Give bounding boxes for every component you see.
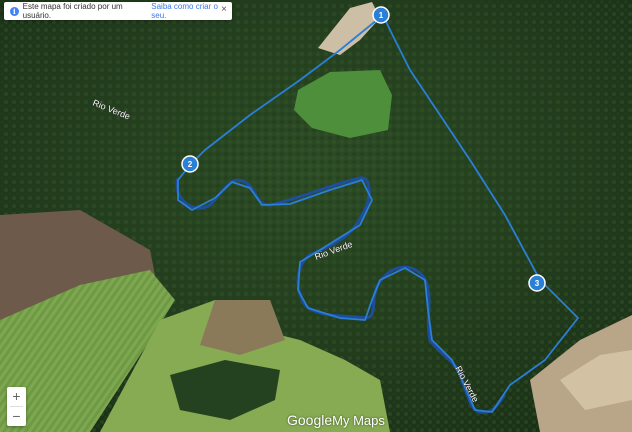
google-wordmark: Google (287, 412, 333, 428)
close-icon[interactable]: × (221, 4, 227, 15)
notice-text: Este mapa foi criado por um usuário. (22, 2, 123, 20)
learn-create-link[interactable]: Saiba como criar o seu. (151, 2, 232, 20)
zoom-out-button[interactable]: − (7, 407, 26, 426)
google-my-maps-logo: GoogleMy Maps (287, 412, 385, 428)
marker-1-label: 1 (379, 11, 384, 20)
marker-2-label: 2 (188, 160, 193, 169)
mymaps-wordmark: My Maps (332, 413, 385, 428)
info-icon: i (10, 6, 19, 16)
user-map-notice: i Este mapa foi criado por um usuário. S… (4, 2, 232, 20)
marker-3[interactable]: 3 (528, 274, 546, 292)
zoom-control: + − (7, 387, 26, 426)
marker-1[interactable]: 1 (372, 6, 390, 24)
marker-3-label: 3 (535, 279, 540, 288)
satellite-map[interactable]: Rio Verde Rio Verde Rio Verde 1 2 3 (0, 0, 632, 432)
zoom-in-button[interactable]: + (7, 387, 26, 406)
marker-2[interactable]: 2 (181, 155, 199, 173)
